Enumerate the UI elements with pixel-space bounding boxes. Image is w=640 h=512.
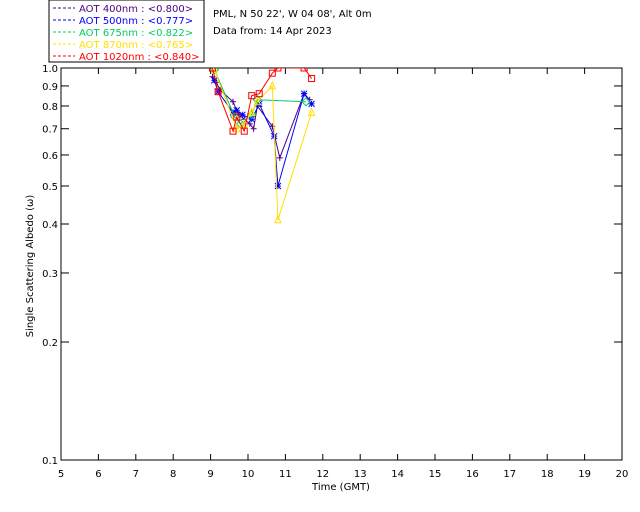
y-tick-label: 0.6 [42, 151, 58, 162]
y-tick-label: 0.3 [42, 269, 58, 280]
data-point [274, 182, 282, 190]
series-layer [208, 68, 316, 224]
x-tick-label: 20 [616, 469, 629, 480]
plot-frame [60, 67, 623, 461]
legend-entry: AOT 870nm : <0.765> [79, 40, 193, 51]
x-tick-label: 8 [170, 469, 176, 480]
data-point [210, 77, 218, 84]
y-tick-label: 1.0 [42, 64, 58, 75]
legend-entry: AOT 675nm : <0.822> [79, 28, 193, 39]
x-axis-title: Time (GMT) [311, 482, 370, 493]
legend-entry: AOT 400nm : <0.800> [79, 4, 193, 15]
x-tick-label: 11 [279, 469, 292, 480]
x-tick-label: 16 [466, 469, 479, 480]
x-tick-label: 9 [207, 469, 213, 480]
x-tick-label: 10 [242, 469, 255, 480]
x-tick-label: 6 [95, 469, 101, 480]
data-point [307, 107, 316, 116]
y-axis: 0.1 0.2 0.3 0.4 0.5 0.6 0.7 0.8 0.9 1.0 [42, 64, 622, 467]
y-tick-label: 0.1 [42, 456, 58, 467]
y-tick-label: 0.7 [42, 125, 58, 136]
x-tick-label: 14 [391, 469, 404, 480]
albedo-chart: PML, N 50 22', W 04 08', Alt 0m Data fro… [25, 0, 629, 493]
y-tick-label: 0.5 [42, 182, 58, 193]
y-axis-title: Single Scattering Albedo (ω) [25, 195, 36, 338]
series-3 [210, 68, 316, 224]
x-tick-label: 18 [541, 469, 554, 480]
x-tick-label: 5 [58, 469, 64, 480]
date-info: Data from: 14 Apr 2023 [213, 26, 332, 37]
x-axis: 5 6 7 8 9 10 11 12 13 14 15 16 17 18 19 20 [58, 68, 629, 480]
data-point [276, 154, 283, 161]
site-info: PML, N 50 22', W 04 08', Alt 0m [213, 9, 372, 20]
series-1 [210, 77, 315, 190]
data-point [300, 90, 308, 98]
data-point [233, 106, 241, 114]
legend-entry: AOT 500nm : <0.777> [79, 16, 193, 27]
x-tick-label: 12 [316, 469, 329, 480]
x-tick-label: 13 [354, 469, 367, 480]
data-point [210, 68, 219, 74]
x-tick-label: 15 [429, 469, 442, 480]
series-line [212, 76, 311, 160]
series-line [213, 69, 313, 220]
y-tick-label: 0.9 [42, 82, 58, 93]
x-tick-label: 19 [578, 469, 591, 480]
x-tick-label: 17 [503, 469, 516, 480]
y-tick-label: 0.4 [42, 220, 58, 231]
y-tick-label: 0.2 [42, 338, 58, 349]
legend-entry: AOT 1020nm : <0.840> [79, 52, 199, 63]
x-tick-label: 7 [133, 469, 139, 480]
y-tick-label: 0.8 [42, 102, 58, 113]
data-point [239, 111, 246, 119]
